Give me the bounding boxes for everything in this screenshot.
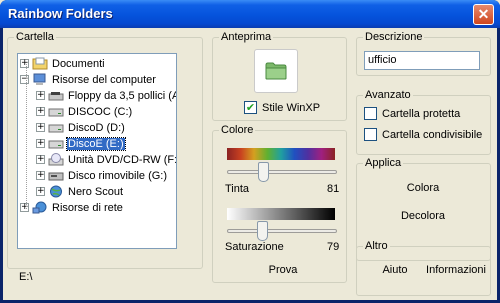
tree-item[interactable]: + DISCOC (C:) xyxy=(36,104,133,119)
folder-preview xyxy=(254,49,298,93)
tree-item[interactable]: + DiscoE (E:) xyxy=(36,136,126,151)
title-bar[interactable]: Rainbow Folders ✕ xyxy=(0,0,500,28)
expand-plus-icon[interactable]: + xyxy=(36,139,45,148)
tinta-value: 81 xyxy=(327,183,340,195)
client-area: Cartella + Documenti − Risorse del computer… xyxy=(3,28,497,300)
tree-item[interactable]: + Nero Scout xyxy=(36,184,124,199)
hard-drive-icon xyxy=(48,121,64,134)
tree-item-label[interactable]: DISCOC (C:) xyxy=(67,106,133,118)
cartella-protetta-checkbox[interactable]: Cartella protetta xyxy=(364,107,460,120)
tree-item-label[interactable]: Risorse di rete xyxy=(51,202,124,214)
anteprima-legend: Anteprima xyxy=(219,31,274,43)
informazioni-button[interactable]: Informazioni xyxy=(424,264,488,276)
hard-drive-icon xyxy=(48,105,64,118)
tinta-slider-thumb[interactable] xyxy=(258,162,269,182)
tinta-slider-track[interactable] xyxy=(227,170,337,174)
aiuto-button[interactable]: Aiuto xyxy=(375,264,415,276)
cartella-condivisibile-checkbox[interactable]: Cartella condivisibile xyxy=(364,128,482,141)
cartella-condivisibile-check-icon[interactable] xyxy=(364,128,377,141)
hard-drive-icon xyxy=(48,137,64,150)
tree-item-label[interactable]: DiscoE (E:) xyxy=(66,136,126,151)
avanzato-group: Avanzato xyxy=(356,89,491,155)
tree-item[interactable]: + Floppy da 3,5 pollici (A:) xyxy=(36,88,176,103)
colora-button[interactable]: Colora xyxy=(398,182,448,194)
my-computer-icon xyxy=(32,73,48,86)
app-window: Rainbow Folders ✕ Cartella + Documenti − Ri… xyxy=(0,0,500,303)
collapse-minus-icon[interactable]: − xyxy=(20,75,29,84)
stile-winxp-checkbox[interactable]: ✔ Stile WinXP xyxy=(244,101,320,114)
cartella-protetta-check-icon[interactable] xyxy=(364,107,377,120)
expand-plus-icon[interactable]: + xyxy=(36,187,45,196)
expand-plus-icon[interactable]: + xyxy=(36,107,45,116)
network-places-icon xyxy=(32,201,48,214)
saturazione-slider-track[interactable] xyxy=(227,229,337,233)
cartella-protetta-label: Cartella protetta xyxy=(382,107,461,120)
tree-connector-line xyxy=(26,64,27,209)
stile-winxp-label: Stile WinXP xyxy=(262,101,321,114)
tree-item[interactable]: − Risorse del computer xyxy=(20,72,157,87)
tree-item-label[interactable]: Disco rimovibile (G:) xyxy=(67,170,168,182)
window-title: Rainbow Folders xyxy=(8,6,113,21)
prova-button[interactable]: Prova xyxy=(258,264,308,276)
tree-item-label[interactable]: Nero Scout xyxy=(67,186,124,198)
cartella-condivisibile-label: Cartella condivisibile xyxy=(382,128,483,141)
tree-item[interactable]: + Documenti xyxy=(20,56,106,71)
expand-plus-icon[interactable]: + xyxy=(20,203,29,212)
stile-winxp-check-icon[interactable]: ✔ xyxy=(244,101,257,114)
tree-item-label[interactable]: DiscoD (D:) xyxy=(67,122,126,134)
altro-legend: Altro xyxy=(363,240,390,252)
tinta-label: Tinta xyxy=(225,183,250,195)
descrizione-legend: Descrizione xyxy=(363,31,425,43)
expand-plus-icon[interactable]: + xyxy=(20,59,29,68)
tree-item-label[interactable]: Documenti xyxy=(51,58,106,70)
folder-preview-icon xyxy=(265,62,287,80)
removable-drive-icon xyxy=(48,169,64,182)
floppy-drive-icon xyxy=(48,89,64,102)
cd-drive-icon xyxy=(48,153,64,166)
saturazione-label: Saturazione xyxy=(225,241,284,253)
avanzato-legend: Avanzato xyxy=(363,89,413,101)
close-button[interactable]: ✕ xyxy=(473,4,494,25)
documents-folder-icon xyxy=(32,57,48,70)
expand-plus-icon[interactable]: + xyxy=(36,171,45,180)
tree-item[interactable]: + Risorse di rete xyxy=(20,200,124,215)
cartella-legend: Cartella xyxy=(14,31,56,43)
network-globe-icon xyxy=(48,185,64,198)
saturation-gradient-bar xyxy=(227,208,335,220)
tree-item[interactable]: + Disco rimovibile (G:) xyxy=(36,168,168,183)
tree-item[interactable]: + Unità DVD/CD-RW (F:) xyxy=(36,152,176,167)
expand-plus-icon[interactable]: + xyxy=(36,91,45,100)
colore-legend: Colore xyxy=(219,124,256,136)
folder-tree[interactable]: + Documenti − Risorse del computer + Floppy d… xyxy=(17,53,177,249)
hue-gradient-bar xyxy=(227,148,335,160)
tree-item[interactable]: + DiscoD (D:) xyxy=(36,120,126,135)
saturazione-slider-thumb[interactable] xyxy=(257,221,268,241)
descrizione-input[interactable]: ufficio xyxy=(364,51,480,70)
tree-item-label[interactable]: Risorse del computer xyxy=(51,74,157,86)
expand-plus-icon[interactable]: + xyxy=(36,155,45,164)
decolora-button[interactable]: Decolora xyxy=(393,210,453,222)
expand-plus-icon[interactable]: + xyxy=(36,123,45,132)
current-path: E:\ xyxy=(19,271,33,283)
applica-legend: Applica xyxy=(363,157,404,169)
tree-item-label[interactable]: Unità DVD/CD-RW (F:) xyxy=(67,154,176,166)
saturazione-value: 79 xyxy=(327,241,340,253)
tree-item-label[interactable]: Floppy da 3,5 pollici (A:) xyxy=(67,90,176,102)
